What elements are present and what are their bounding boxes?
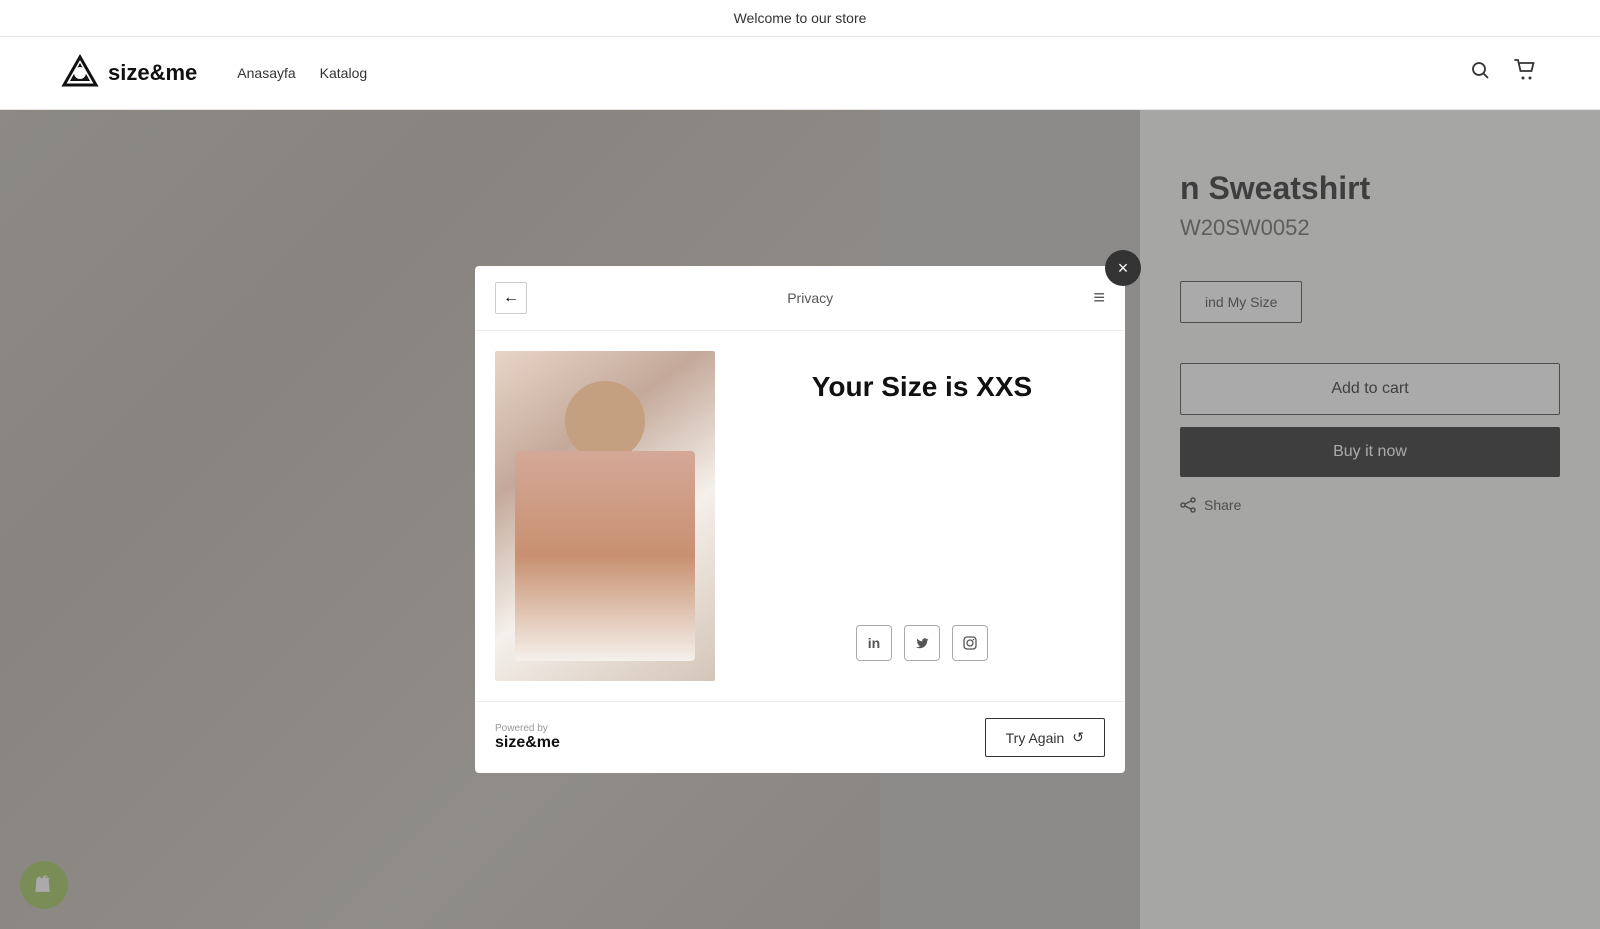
cart-button[interactable] [1510, 55, 1540, 91]
modal-back-button[interactable]: ← [495, 282, 527, 314]
nav-katalog[interactable]: Katalog [320, 65, 367, 81]
logo-text: size&me [108, 60, 197, 86]
search-button[interactable] [1466, 56, 1494, 90]
modal-content-area: Your Size is XXS in [739, 351, 1105, 681]
modal-menu-button[interactable]: ≡ [1093, 287, 1105, 310]
modal-product-image [495, 351, 715, 681]
social-icons-group: in [856, 625, 988, 661]
main-nav: Anasayfa Katalog [237, 65, 367, 81]
powered-by-brand: size&me [495, 734, 560, 752]
instagram-camera-icon [962, 635, 978, 651]
back-icon: ← [503, 289, 519, 307]
main-content: n Sweatshirt W20SW0052 ind My Size Add t… [0, 110, 1600, 929]
modal-privacy-label: Privacy [787, 290, 833, 306]
try-again-icon: ↺ [1072, 729, 1084, 746]
header-right [1466, 55, 1540, 91]
header-left: size&me Anasayfa Katalog [60, 53, 367, 93]
logo[interactable]: size&me [60, 53, 197, 93]
announcement-text: Welcome to our store [734, 10, 867, 26]
try-again-label: Try Again [1006, 730, 1065, 746]
cart-icon [1514, 59, 1536, 81]
linkedin-icon[interactable]: in [856, 625, 892, 661]
powered-by-section: Powered by size&me [495, 723, 560, 752]
logo-icon [60, 53, 100, 93]
modal-overlay: × ← Privacy ≡ [0, 110, 1600, 929]
modal-footer: Powered by size&me Try Again ↺ [475, 701, 1125, 773]
modal-header: ← Privacy ≡ [475, 266, 1125, 331]
close-icon: × [1118, 258, 1129, 279]
nav-anasayfa[interactable]: Anasayfa [237, 65, 295, 81]
size-modal: × ← Privacy ≡ [475, 266, 1125, 773]
search-icon [1470, 60, 1490, 80]
powered-by-text: Powered by [495, 723, 548, 734]
header: size&me Anasayfa Katalog [0, 37, 1600, 110]
twitter-bird-icon [914, 635, 930, 651]
menu-icon: ≡ [1093, 287, 1105, 309]
instagram-icon[interactable] [952, 625, 988, 661]
try-again-button[interactable]: Try Again ↺ [985, 718, 1105, 757]
announcement-bar: Welcome to our store [0, 0, 1600, 37]
twitter-icon[interactable] [904, 625, 940, 661]
size-result-title: Your Size is XXS [812, 371, 1032, 403]
modal-body: Your Size is XXS in [475, 331, 1125, 701]
modal-close-button[interactable]: × [1105, 250, 1141, 286]
modal-image-area [495, 351, 715, 681]
